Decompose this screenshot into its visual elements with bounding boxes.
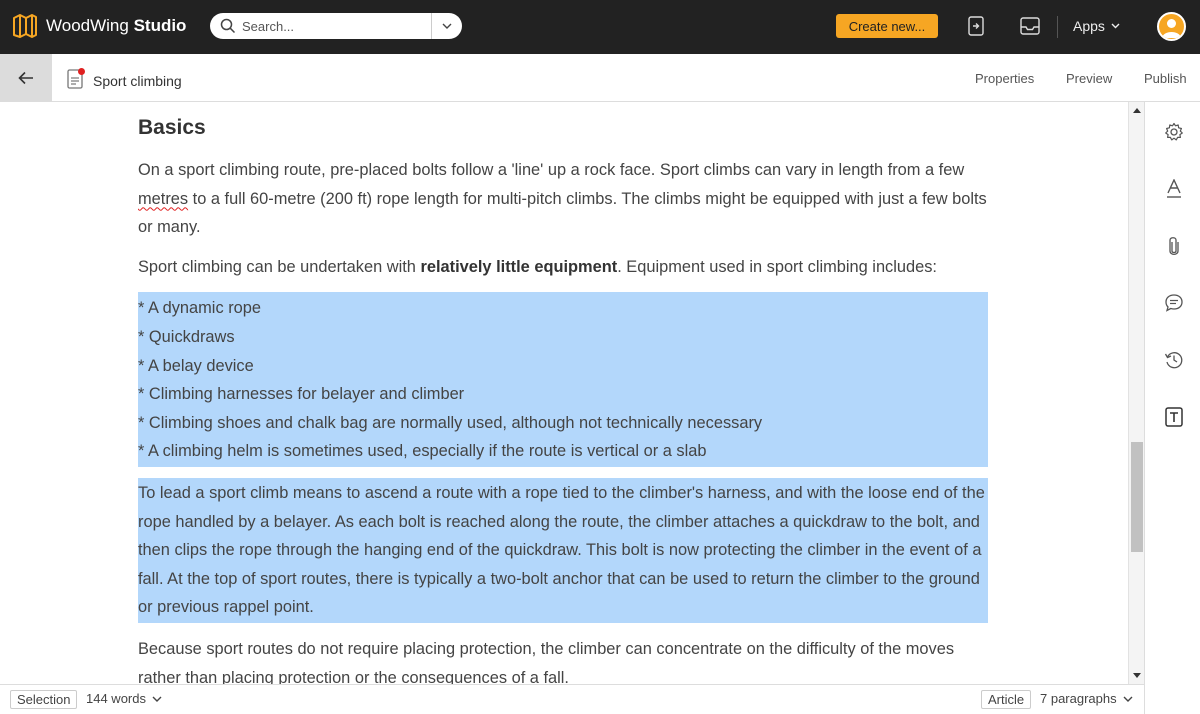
chevron-down-icon [152, 696, 162, 702]
attachment-icon[interactable] [1163, 235, 1185, 257]
history-icon[interactable] [1163, 349, 1185, 371]
scrollbar-thumb[interactable] [1131, 442, 1143, 552]
misspelled-word[interactable]: metres [138, 190, 188, 208]
component-type-button[interactable]: Article [981, 690, 1032, 709]
document-title: Sport climbing [93, 73, 182, 89]
apps-menu[interactable]: Apps [1073, 18, 1120, 34]
create-new-button[interactable]: Create new... [836, 14, 938, 38]
brand-name: WoodWing Studio [46, 16, 186, 36]
right-sidebar [1144, 102, 1200, 714]
paragraph-2-text-a: Sport climbing can be undertaken with [138, 257, 421, 276]
topbar-divider [1057, 16, 1058, 38]
brand-name-bold: Studio [133, 16, 187, 35]
paragraph-1-text-b: to a full 60-metre (200 ft) rope length … [138, 189, 987, 237]
paragraph-1[interactable]: On a sport climbing route, pre-placed bo… [138, 156, 988, 242]
list-item[interactable]: * Quickdraws [138, 323, 988, 352]
paragraph-count: 7 paragraphs [1040, 691, 1117, 706]
back-button[interactable] [0, 54, 52, 102]
list-item[interactable]: * A dynamic rope [138, 294, 988, 323]
editor-scrollbar[interactable] [1128, 102, 1144, 684]
brand-name-regular: WoodWing [46, 16, 134, 35]
settings-icon[interactable] [1163, 121, 1185, 143]
list-item[interactable]: * A climbing helm is sometimes used, esp… [138, 437, 988, 466]
chevron-down-icon [1111, 23, 1120, 29]
search-box[interactable]: Search... [210, 13, 462, 39]
user-avatar[interactable] [1157, 12, 1186, 41]
woodwing-logo[interactable]: WoodWing Studio [12, 13, 186, 39]
section-heading[interactable]: Basics [138, 114, 988, 142]
export-icon[interactable] [965, 15, 987, 37]
word-count: 144 words [86, 691, 146, 706]
article-content[interactable]: Basics On a sport climbing route, pre-pl… [138, 114, 988, 684]
word-count-dropdown[interactable]: 144 words [86, 691, 162, 706]
list-item[interactable]: * A belay device [138, 352, 988, 381]
scroll-down-arrow-icon[interactable] [1133, 673, 1141, 678]
text-style-icon[interactable] [1163, 406, 1185, 428]
editor-area[interactable]: Basics On a sport climbing route, pre-pl… [0, 102, 1128, 684]
search-input[interactable]: Search... [242, 19, 431, 34]
selected-paragraph[interactable]: To lead a sport climb means to ascend a … [138, 477, 988, 623]
tab-publish[interactable]: Publish [1144, 71, 1187, 86]
top-bar: WoodWing Studio Search... Create new... … [0, 0, 1200, 54]
apps-label: Apps [1073, 18, 1105, 34]
paragraph-4[interactable]: Because sport routes do not require plac… [138, 635, 988, 684]
selected-equipment-list[interactable]: * A dynamic rope * Quickdraws * A belay … [138, 292, 988, 467]
list-item[interactable]: * Climbing harnesses for belayer and cli… [138, 380, 988, 409]
scroll-up-arrow-icon[interactable] [1133, 108, 1141, 113]
chevron-down-icon [1123, 696, 1133, 702]
paragraph-1-text-a: On a sport climbing route, pre-placed bo… [138, 161, 965, 179]
search-dropdown-button[interactable] [432, 23, 462, 29]
user-icon [1162, 19, 1181, 38]
paragraph-count-dropdown[interactable]: 7 paragraphs [1040, 691, 1133, 706]
arrow-left-icon [18, 71, 33, 85]
search-icon [220, 18, 236, 34]
tab-properties[interactable]: Properties [975, 71, 1034, 86]
chevron-down-icon [442, 23, 452, 29]
list-item[interactable]: * Climbing shoes and chalk bag are norma… [138, 409, 988, 438]
bold-text: relatively little equipment [420, 257, 618, 276]
map-logo-icon [13, 14, 37, 38]
status-bar: Selection 144 words Article 7 paragraphs [0, 684, 1144, 714]
comments-icon[interactable] [1163, 292, 1185, 314]
selection-mode-button[interactable]: Selection [10, 690, 78, 709]
typography-icon[interactable] [1163, 178, 1185, 200]
document-toolbar: Sport climbing Properties Preview Publis… [0, 54, 1200, 102]
tab-preview[interactable]: Preview [1066, 71, 1112, 86]
paragraph-2-text-b: . Equipment used in sport climbing inclu… [617, 257, 937, 276]
inbox-icon[interactable] [1019, 15, 1041, 37]
paragraph-2[interactable]: Sport climbing can be undertaken with re… [138, 253, 988, 282]
unsaved-indicator [78, 68, 85, 75]
